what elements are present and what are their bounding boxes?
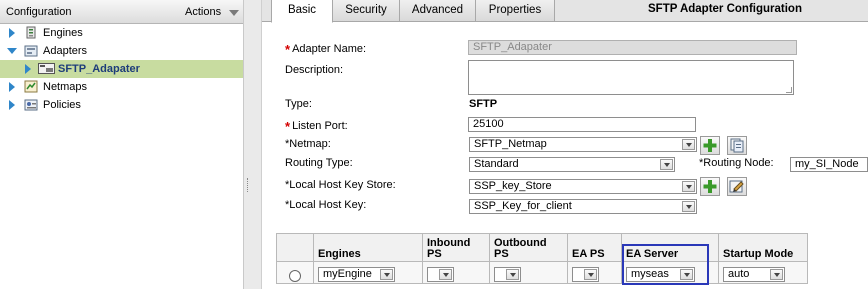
table-header-row: Engines Inbound PS Outbound PS EA PS EA … bbox=[276, 233, 808, 262]
engine-icon bbox=[24, 26, 38, 39]
inbound-ps-select[interactable] bbox=[427, 267, 454, 282]
resize-grip-icon[interactable] bbox=[786, 87, 792, 93]
adapter-name-label: * Adapter Name: bbox=[285, 42, 367, 57]
edit-icon bbox=[729, 180, 744, 193]
tab-bar: Basic Security Advanced Properties SFTP … bbox=[262, 0, 868, 23]
description-field[interactable] bbox=[468, 60, 794, 95]
ea-ps-cell bbox=[567, 261, 622, 284]
adapters-icon bbox=[24, 44, 38, 57]
chevron-down-icon[interactable] bbox=[770, 269, 783, 280]
tab-properties[interactable]: Properties bbox=[475, 0, 555, 22]
chevron-down-icon[interactable] bbox=[682, 181, 695, 192]
actions-dropdown-icon[interactable] bbox=[229, 10, 239, 16]
chevron-down-icon[interactable] bbox=[682, 139, 695, 150]
tree-header: Configuration Actions bbox=[0, 0, 243, 24]
edit-key-store-button[interactable] bbox=[727, 177, 747, 196]
description-label: Description: bbox=[285, 64, 344, 76]
tree-item-label: SFTP_Adapater bbox=[58, 63, 140, 75]
listen-port-field[interactable]: 25100 bbox=[468, 117, 696, 132]
table-row: myEngine myseas auto bbox=[276, 261, 808, 284]
netmap-select[interactable]: SFTP_Netmap bbox=[469, 137, 697, 152]
panel-splitter[interactable] bbox=[244, 0, 262, 289]
outbound-ps-column-header: Outbound PS bbox=[489, 233, 568, 262]
type-value: SFTP bbox=[469, 98, 498, 110]
startup-mode-select[interactable]: auto bbox=[723, 267, 785, 282]
listen-port-label: * Listen Port: bbox=[285, 119, 348, 134]
row-select-radio[interactable] bbox=[289, 270, 301, 282]
tree-item-engines[interactable]: Engines bbox=[0, 24, 243, 42]
expand-arrow-icon[interactable] bbox=[9, 82, 15, 92]
routing-node-label: *Routing Node: bbox=[699, 157, 774, 169]
expand-arrow-icon[interactable] bbox=[9, 100, 15, 110]
sftp-adapter-icon bbox=[38, 62, 55, 75]
tree-item-label: Policies bbox=[43, 99, 81, 111]
add-netmap-button[interactable] bbox=[700, 136, 720, 155]
startup-mode-column-header: Startup Mode bbox=[718, 233, 808, 262]
outbound-ps-select[interactable] bbox=[494, 267, 521, 282]
add-key-store-button[interactable] bbox=[700, 177, 720, 196]
engines-column-header: Engines bbox=[313, 233, 423, 262]
expand-arrow-icon[interactable] bbox=[9, 28, 15, 38]
tree-item-label: Engines bbox=[43, 27, 83, 39]
inbound-ps-cell bbox=[422, 261, 490, 284]
panel-title: SFTP Adapter Configuration bbox=[648, 3, 802, 15]
chevron-down-icon[interactable] bbox=[380, 269, 393, 280]
tab-advanced[interactable]: Advanced bbox=[399, 0, 476, 22]
local-host-key-label: *Local Host Key: bbox=[285, 199, 367, 211]
tree-item-policies[interactable]: Policies bbox=[0, 96, 243, 114]
chevron-down-icon[interactable] bbox=[439, 269, 452, 280]
copy-netmap-button[interactable] bbox=[727, 136, 747, 155]
engine-cell: myEngine bbox=[313, 261, 423, 284]
local-host-key-select[interactable]: SSP_Key_for_client bbox=[469, 199, 697, 214]
type-label: Type: bbox=[285, 98, 312, 110]
local-host-key-store-label: *Local Host Key Store: bbox=[285, 179, 396, 191]
ea-ps-select[interactable] bbox=[572, 267, 599, 282]
routing-node-field[interactable]: my_SI_Node bbox=[790, 157, 868, 172]
tab-security[interactable]: Security bbox=[332, 0, 400, 22]
chevron-down-icon[interactable] bbox=[682, 201, 695, 212]
outbound-ps-cell bbox=[489, 261, 568, 284]
tree-header-title: Configuration bbox=[6, 6, 72, 18]
copy-icon bbox=[730, 138, 744, 153]
netmaps-icon bbox=[24, 80, 38, 93]
engines-table: Engines Inbound PS Outbound PS EA PS EA … bbox=[276, 233, 808, 284]
routing-type-label: Routing Type: bbox=[285, 157, 353, 169]
inbound-ps-column-header: Inbound PS bbox=[422, 233, 490, 262]
chevron-down-icon[interactable] bbox=[584, 269, 597, 280]
plus-icon bbox=[703, 139, 717, 152]
tree-item-adapters[interactable]: Adapters bbox=[0, 42, 243, 60]
row-select-cell bbox=[276, 261, 314, 284]
plus-icon bbox=[703, 180, 717, 193]
tab-basic[interactable]: Basic bbox=[271, 0, 333, 23]
required-icon: * bbox=[285, 119, 291, 134]
routing-type-select[interactable]: Standard bbox=[469, 157, 675, 172]
chevron-down-icon[interactable] bbox=[506, 269, 519, 280]
ea-server-highlight-box bbox=[622, 244, 709, 285]
actions-menu-button[interactable]: Actions bbox=[185, 6, 221, 18]
ea-ps-column-header: EA PS bbox=[567, 233, 622, 262]
adapter-name-field[interactable]: SFTP_Adapater bbox=[468, 40, 797, 55]
startup-mode-cell: auto bbox=[718, 261, 808, 284]
collapse-arrow-icon[interactable] bbox=[7, 48, 17, 54]
configuration-tree-panel: Configuration Actions Engines Adapters S… bbox=[0, 0, 244, 289]
engine-select[interactable]: myEngine bbox=[318, 267, 395, 282]
policies-icon bbox=[24, 98, 38, 111]
splitter-grip-icon[interactable] bbox=[247, 178, 249, 192]
netmap-label: *Netmap: bbox=[285, 138, 331, 150]
tree-item-netmaps[interactable]: Netmaps bbox=[0, 78, 243, 96]
expand-arrow-icon[interactable] bbox=[25, 64, 31, 74]
local-host-key-store-select[interactable]: SSP_key_Store bbox=[469, 179, 697, 194]
tree-item-sftp-adapater[interactable]: SFTP_Adapater bbox=[0, 60, 243, 78]
required-icon: * bbox=[285, 42, 291, 57]
select-column-header bbox=[276, 233, 314, 262]
tree-item-label: Adapters bbox=[43, 45, 88, 57]
tree-item-label: Netmaps bbox=[43, 81, 88, 93]
chevron-down-icon[interactable] bbox=[660, 159, 673, 170]
